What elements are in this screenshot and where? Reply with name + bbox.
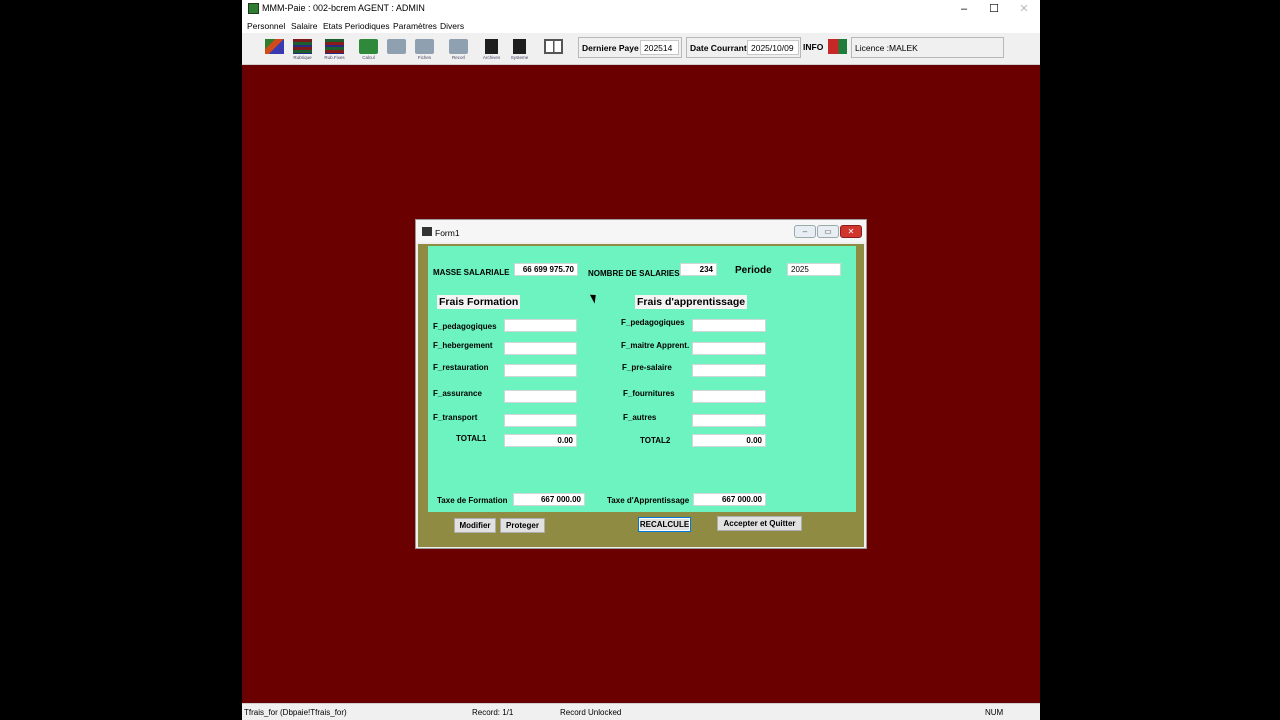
menu-bar: Personnel Salaire Etats Periodiques Para… xyxy=(242,18,1040,33)
menu-etats-periodiques[interactable]: Etats Periodiques xyxy=(323,21,390,31)
apprentissage-label: F_maitre Apprent. xyxy=(621,341,690,350)
total1-field: 0.00 xyxy=(504,434,577,447)
taxe-apprentissage-label: Taxe d'Apprentissage xyxy=(607,496,690,505)
minimize-button[interactable]: – xyxy=(950,2,978,16)
licence-panel: Licence :MALEK xyxy=(851,37,1004,58)
modifier-button[interactable]: Modifier xyxy=(454,518,496,533)
toolbar-layout-button[interactable] xyxy=(540,36,567,61)
save-icon xyxy=(485,39,498,54)
close-button[interactable]: ✕ xyxy=(1010,2,1038,16)
formation-label: F_transport xyxy=(433,413,478,422)
formation-label: F_pedagogiques xyxy=(433,322,497,331)
apprentissage-maitre-field[interactable] xyxy=(692,342,766,355)
total2-field: 0.00 xyxy=(692,434,766,447)
dialog-title-bar: Form1 – ▭ ✕ xyxy=(416,220,866,242)
taxe-formation-field[interactable]: 667 000.00 xyxy=(513,493,585,506)
apprentissage-label: F_autres xyxy=(623,413,657,422)
taxe-apprentissage-field[interactable]: 667 000.00 xyxy=(693,493,766,506)
total2-label: TOTAL2 xyxy=(640,436,671,445)
toolbar-archives-button[interactable]: Archives xyxy=(478,36,505,61)
menu-parametres[interactable]: Paramètres xyxy=(393,21,437,31)
status-table: Tfrais_for (Dbpaie!Tfrais_for) xyxy=(244,708,347,717)
save-icon xyxy=(513,39,526,54)
info-label: INFO xyxy=(803,42,824,52)
toolbar-rub-fixes-button[interactable]: Rub.Fixes xyxy=(321,36,348,61)
form1-dialog: Form1 – ▭ ✕ MASSE SALARIALE 66 699 975.7… xyxy=(415,219,867,549)
masse-salariale-field[interactable]: 66 699 975.70 xyxy=(514,263,578,276)
toolbar-recorl-button[interactable]: Recorl xyxy=(445,36,472,61)
status-bar: Tfrais_for (Dbpaie!Tfrais_for) Record: 1… xyxy=(242,703,1040,720)
date-courante-field[interactable]: 2025/10/09 xyxy=(747,40,799,55)
dialog-minimize-button[interactable]: – xyxy=(794,225,816,238)
formation-assurance-field[interactable] xyxy=(504,390,577,403)
apprentissage-pre-salaire-field[interactable] xyxy=(692,364,766,377)
status-num: NUM xyxy=(985,708,1004,717)
frais-formation-title: Frais Formation xyxy=(437,295,521,309)
dialog-title: Form1 xyxy=(435,228,460,238)
recalcule-button[interactable]: RECALCULE xyxy=(638,517,691,532)
rub-fixes-icon xyxy=(325,39,344,54)
menu-personnel[interactable]: Personnel xyxy=(247,21,285,31)
formation-hebergement-field[interactable] xyxy=(504,342,577,355)
app-icon xyxy=(248,3,259,14)
nombre-salaries-label: NOMBRE DE SALARIES xyxy=(588,269,680,278)
rubrique-icon xyxy=(293,39,312,54)
nombre-salaries-field[interactable]: 234 xyxy=(680,263,717,276)
printer-icon xyxy=(387,39,406,54)
window-title: MMM-Paie : 002-bcrem AGENT : ADMIN xyxy=(262,3,425,13)
derniere-paye-field[interactable]: 202514 xyxy=(640,40,679,55)
maximize-button[interactable]: ☐ xyxy=(980,2,1008,16)
proteger-button[interactable]: Proteger xyxy=(500,518,545,533)
formation-label: F_assurance xyxy=(433,389,482,398)
toolbar-rubrique-button[interactable]: Rubrique xyxy=(289,36,316,61)
periode-label: Periode xyxy=(735,265,772,276)
dialog-close-button[interactable]: ✕ xyxy=(840,225,862,238)
toolbar-print-button[interactable] xyxy=(383,36,410,61)
exit-icon xyxy=(828,39,847,54)
dialog-restore-button[interactable]: ▭ xyxy=(817,225,839,238)
menu-salaire[interactable]: Salaire xyxy=(291,21,317,31)
apprentissage-autres-field[interactable] xyxy=(692,414,766,427)
masse-salariale-label: MASSE SALARIALE xyxy=(433,268,510,277)
apprentissage-fournitures-field[interactable] xyxy=(692,390,766,403)
taxe-formation-label: Taxe de Formation xyxy=(437,496,508,505)
apprentissage-pedagogiques-field[interactable] xyxy=(692,319,766,332)
total1-label: TOTAL1 xyxy=(456,434,487,443)
licence-label: Licence :MALEK xyxy=(855,43,918,53)
status-record: Record: 1/1 xyxy=(472,708,514,717)
formation-label: F_hebergement xyxy=(433,341,493,350)
periode-field[interactable]: 2025 xyxy=(787,263,841,276)
exit-button[interactable] xyxy=(824,36,851,61)
toolbar-calcul-button[interactable]: Calcul xyxy=(355,36,382,61)
people-icon xyxy=(265,39,284,54)
date-courante-panel: Date Courrante 2025/10/09 xyxy=(686,37,801,58)
printer-icon xyxy=(449,39,468,54)
printer-icon xyxy=(415,39,434,54)
title-bar: MMM-Paie : 002-bcrem AGENT : ADMIN – ☐ ✕ xyxy=(242,0,1040,18)
toolbar: Rubrique Rub.Fixes Calcul Fiches Recorl … xyxy=(242,33,1040,65)
frais-apprentissage-title: Frais d'apprentissage xyxy=(635,295,748,309)
formation-restauration-field[interactable] xyxy=(504,364,577,377)
calculator-icon xyxy=(359,39,378,54)
derniere-paye-panel: Derniere Paye 202514 xyxy=(578,37,682,58)
toolbar-personnel-button[interactable] xyxy=(261,36,288,61)
status-lock: Record Unlocked xyxy=(560,708,622,717)
accepter-quitter-button[interactable]: Accepter et Quitter xyxy=(717,516,802,531)
formation-label: F_restauration xyxy=(433,363,489,372)
form-icon xyxy=(422,227,432,236)
apprentissage-label: F_fournitures xyxy=(623,389,675,398)
columns-icon xyxy=(544,39,563,54)
formation-pedagogiques-field[interactable] xyxy=(504,319,577,332)
form-panel: MASSE SALARIALE 66 699 975.70 NOMBRE DE … xyxy=(428,246,856,512)
menu-divers[interactable]: Divers xyxy=(440,21,464,31)
apprentissage-label: F_pedagogiques xyxy=(621,318,685,327)
apprentissage-label: F_pre-salaire xyxy=(622,363,672,372)
formation-transport-field[interactable] xyxy=(504,414,577,427)
dialog-body: MASSE SALARIALE 66 699 975.70 NOMBRE DE … xyxy=(418,244,864,547)
toolbar-systeme-button[interactable]: Systeme xyxy=(506,36,533,61)
toolbar-fiches-button[interactable]: Fiches xyxy=(411,36,438,61)
